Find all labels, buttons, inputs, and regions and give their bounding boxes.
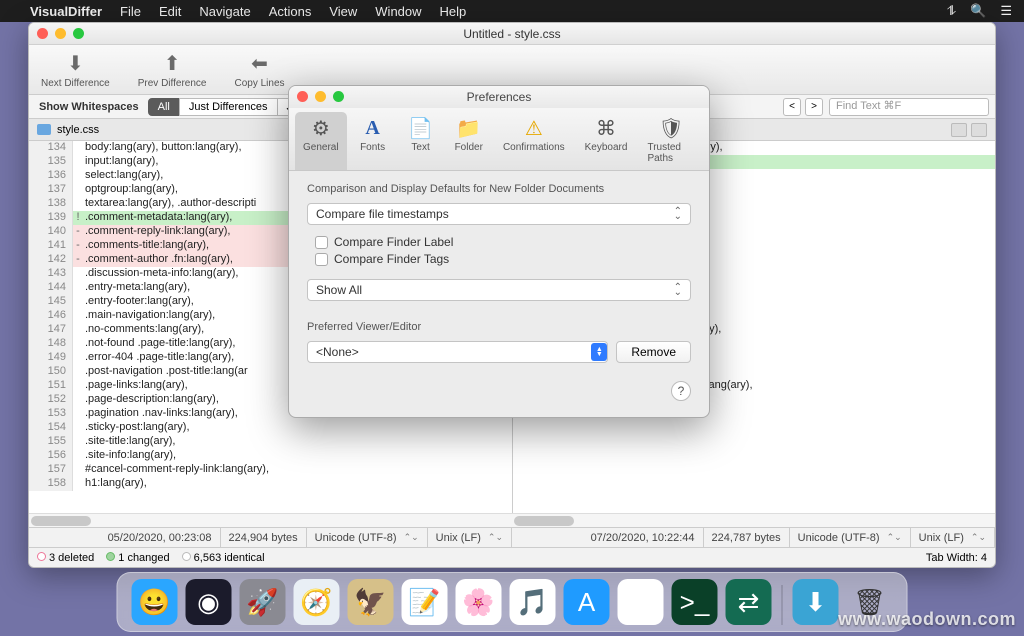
- arrow-down-icon: ⬇: [67, 51, 84, 76]
- zoom-window[interactable]: [73, 28, 84, 39]
- right-scrollbar[interactable]: [512, 513, 995, 527]
- prev-difference-button[interactable]: ⬆Prev Difference: [138, 51, 207, 89]
- left-scrollbar[interactable]: [29, 513, 512, 527]
- dock-downloads[interactable]: ⬇: [793, 579, 839, 625]
- app-menu[interactable]: VisualDiffer: [30, 4, 102, 19]
- dock-music[interactable]: 🎵: [510, 579, 556, 625]
- menu-file[interactable]: File: [120, 4, 141, 19]
- spotlight-icon[interactable]: 🔍: [970, 3, 986, 19]
- code-line[interactable]: 155.site-title:lang(ary),: [29, 435, 512, 449]
- copy-lines-button[interactable]: ⬅Copy Lines: [235, 51, 285, 89]
- prefs-tab-general[interactable]: ⚙︎General: [295, 112, 347, 170]
- prefs-toolbar: ⚙︎GeneralAFonts📄Text📁Folder⚠︎Confirmatio…: [289, 108, 709, 171]
- segment-all[interactable]: All: [148, 98, 180, 116]
- show-all-select[interactable]: Show All⌃⌄: [307, 279, 691, 301]
- tab-width-label: Tab Width: 4: [926, 552, 987, 564]
- compare-finder-tags-checkbox[interactable]: Compare Finder Tags: [315, 252, 691, 266]
- prefs-tab-trusted-paths[interactable]: 🛡Trusted Paths: [639, 112, 703, 170]
- code-line[interactable]: 156.site-info:lang(ary),: [29, 449, 512, 463]
- path-browse-icon[interactable]: [951, 123, 967, 137]
- window-titlebar: Untitled - style.css: [29, 23, 995, 45]
- dock-terminal[interactable]: >_: [672, 579, 718, 625]
- watermark: www.waodown.com: [838, 609, 1016, 630]
- menu-edit[interactable]: Edit: [159, 4, 181, 19]
- arrow-left-icon: ⬅: [251, 51, 268, 76]
- control-center-icon[interactable]: ☰: [1000, 3, 1012, 19]
- prefs-tab-keyboard[interactable]: ⌘Keyboard: [577, 112, 636, 170]
- prefs-section-label: Comparison and Display Defaults for New …: [307, 183, 691, 195]
- minimize-window[interactable]: [55, 28, 66, 39]
- dock-photos[interactable]: 🌸: [456, 579, 502, 625]
- status-bar: 05/20/2020, 00:23:08 224,904 bytes Unico…: [29, 527, 995, 547]
- compare-mode-select[interactable]: Compare file timestamps⌃⌄: [307, 203, 691, 225]
- prefs-tab-folder[interactable]: 📁Folder: [447, 112, 491, 170]
- dock-visualdiffer[interactable]: ⇄: [726, 579, 772, 625]
- folder-icon: [37, 124, 51, 135]
- dock-notes[interactable]: 📝: [402, 579, 448, 625]
- dock-finder[interactable]: 😀: [132, 579, 178, 625]
- left-eol-select[interactable]: Unix (LF)⌃⌄: [428, 528, 512, 547]
- menu-navigate[interactable]: Navigate: [199, 4, 250, 19]
- window-title: Untitled - style.css: [463, 27, 560, 41]
- viewer-editor-select[interactable]: <None>▲▼: [307, 341, 608, 363]
- help-button[interactable]: ?: [671, 381, 691, 401]
- viewer-editor-label: Preferred Viewer/Editor: [307, 321, 691, 333]
- next-difference-button[interactable]: ⬇Next Difference: [41, 51, 110, 89]
- prefs-close[interactable]: [297, 91, 308, 102]
- menu-window[interactable]: Window: [375, 4, 421, 19]
- find-text-input[interactable]: Find Text ⌘F: [829, 98, 989, 116]
- dock: 😀◉🚀🧭🦅📝🌸🎵A⛰>_⇄⬇🗑: [117, 572, 908, 632]
- toggle-icon[interactable]: ⥮: [947, 3, 956, 19]
- left-date: 05/20/2020, 00:23:08: [100, 528, 221, 547]
- changed-count: 1 changed: [106, 552, 169, 564]
- menu-view[interactable]: View: [329, 4, 357, 19]
- prefs-zoom[interactable]: [333, 91, 344, 102]
- dock-launchpad[interactable]: 🚀: [240, 579, 286, 625]
- dock-appstore[interactable]: A: [564, 579, 610, 625]
- show-whitespaces-label[interactable]: Show Whitespaces: [29, 101, 149, 113]
- dock-siri[interactable]: ◉: [186, 579, 232, 625]
- nav-prev-button[interactable]: <: [783, 98, 801, 116]
- mac-menubar: VisualDiffer File Edit Navigate Actions …: [0, 0, 1024, 22]
- preferences-window: Preferences ⚙︎GeneralAFonts📄Text📁Folder⚠…: [288, 85, 710, 418]
- segment-just-differences[interactable]: Just Differences: [179, 98, 278, 116]
- nav-next-button[interactable]: >: [805, 98, 823, 116]
- remove-button[interactable]: Remove: [616, 341, 691, 363]
- deleted-count: 3 deleted: [37, 552, 94, 564]
- close-window[interactable]: [37, 28, 48, 39]
- code-line[interactable]: 157#cancel-comment-reply-link:lang(ary),: [29, 463, 512, 477]
- summary-bar: 3 deleted 1 changed 6,563 identical Tab …: [29, 547, 995, 567]
- identical-count: 6,563 identical: [182, 552, 265, 564]
- arrow-up-icon: ⬆: [164, 51, 181, 76]
- right-bytes: 224,787 bytes: [704, 528, 790, 547]
- left-encoding-select[interactable]: Unicode (UTF-8)⌃⌄: [307, 528, 428, 547]
- prefs-tab-text[interactable]: 📄Text: [399, 112, 443, 170]
- code-line[interactable]: 158h1:lang(ary),: [29, 477, 512, 491]
- dock-maps[interactable]: ⛰: [618, 579, 664, 625]
- menu-actions[interactable]: Actions: [269, 4, 312, 19]
- prefs-titlebar: Preferences: [289, 86, 709, 108]
- prefs-minimize[interactable]: [315, 91, 326, 102]
- right-eol-select[interactable]: Unix (LF)⌃⌄: [911, 528, 995, 547]
- path-menu-icon[interactable]: [971, 123, 987, 137]
- dock-mail[interactable]: 🦅: [348, 579, 394, 625]
- dock-safari[interactable]: 🧭: [294, 579, 340, 625]
- compare-finder-label-checkbox[interactable]: Compare Finder Label: [315, 235, 691, 249]
- left-bytes: 224,904 bytes: [221, 528, 307, 547]
- code-line[interactable]: 154.sticky-post:lang(ary),: [29, 421, 512, 435]
- prefs-tab-fonts[interactable]: AFonts: [351, 112, 395, 170]
- menu-help[interactable]: Help: [440, 4, 467, 19]
- prefs-tab-confirmations[interactable]: ⚠︎Confirmations: [495, 112, 573, 170]
- right-date: 07/20/2020, 10:22:44: [583, 528, 704, 547]
- right-encoding-select[interactable]: Unicode (UTF-8)⌃⌄: [790, 528, 911, 547]
